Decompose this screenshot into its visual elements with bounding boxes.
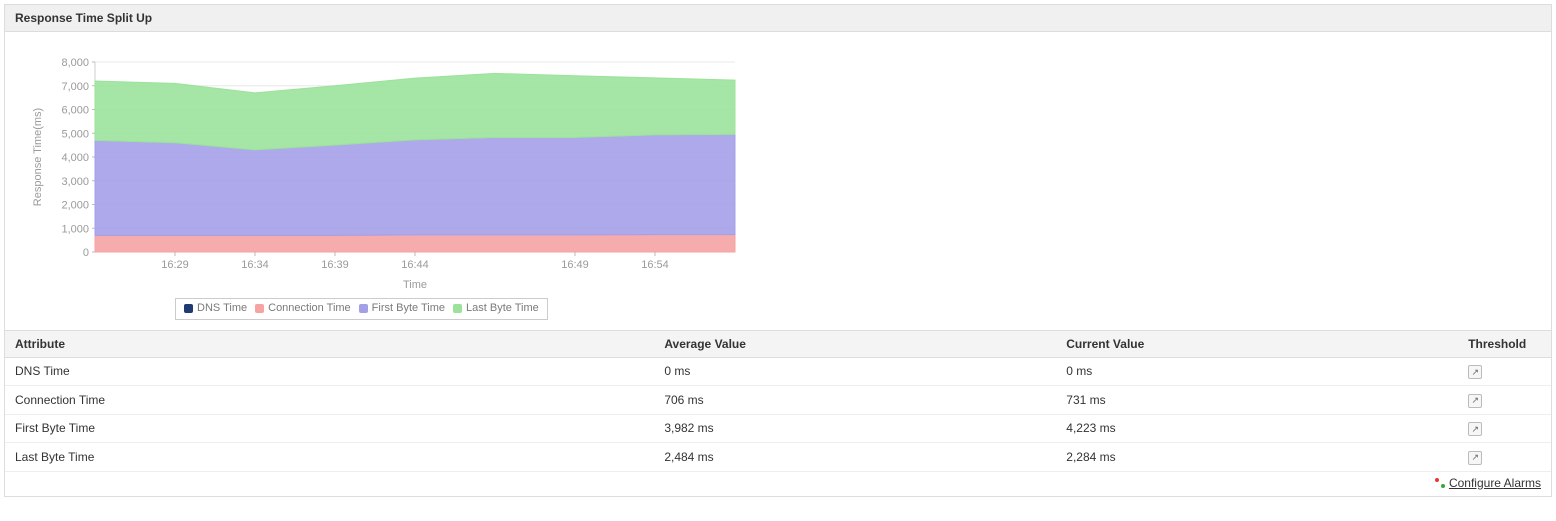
panel-footer: Configure Alarms bbox=[5, 472, 1551, 496]
cell-attribute: First Byte Time bbox=[5, 414, 654, 443]
table-row: Connection Time706 ms731 ms ↗ bbox=[5, 386, 1551, 415]
legend-swatch bbox=[359, 304, 368, 313]
table-row: Last Byte Time2,484 ms2,284 ms ↗ bbox=[5, 443, 1551, 472]
cell-current: 0 ms bbox=[1056, 357, 1458, 386]
cell-attribute: Last Byte Time bbox=[5, 443, 654, 472]
cell-average: 0 ms bbox=[654, 357, 1056, 386]
cell-threshold: ↗ bbox=[1458, 414, 1551, 443]
col-current: Current Value bbox=[1056, 330, 1458, 357]
legend-item[interactable]: Last Byte Time bbox=[453, 302, 539, 314]
legend-label: Last Byte Time bbox=[466, 302, 539, 314]
legend-item[interactable]: First Byte Time bbox=[359, 302, 445, 314]
alarm-icon bbox=[1435, 478, 1445, 488]
area-series bbox=[95, 134, 735, 235]
col-threshold: Threshold bbox=[1458, 330, 1551, 357]
cell-threshold: ↗ bbox=[1458, 357, 1551, 386]
metrics-table: Attribute Average Value Current Value Th… bbox=[5, 330, 1551, 472]
legend-label: DNS Time bbox=[197, 302, 247, 314]
response-time-chart: 0 1,000 2,000 3,000 4,000 5,000 6,000 7,000 8,00… bbox=[25, 52, 745, 292]
table-row: First Byte Time3,982 ms4,223 ms ↗ bbox=[5, 414, 1551, 443]
svg-text:0: 0 bbox=[83, 247, 89, 259]
legend-swatch bbox=[255, 304, 264, 313]
area-series bbox=[95, 235, 735, 252]
legend-item[interactable]: Connection Time bbox=[255, 302, 351, 314]
cell-current: 4,223 ms bbox=[1056, 414, 1458, 443]
col-average: Average Value bbox=[654, 330, 1056, 357]
cell-threshold: ↗ bbox=[1458, 443, 1551, 472]
threshold-edit-icon[interactable]: ↗ bbox=[1468, 422, 1482, 436]
cell-average: 2,484 ms bbox=[654, 443, 1056, 472]
legend-item[interactable]: DNS Time bbox=[184, 302, 247, 314]
table-header-row: Attribute Average Value Current Value Th… bbox=[5, 330, 1551, 357]
svg-text:4,000: 4,000 bbox=[61, 152, 89, 164]
configure-alarms-link[interactable]: Configure Alarms bbox=[1449, 476, 1541, 490]
threshold-edit-icon[interactable]: ↗ bbox=[1468, 365, 1482, 379]
response-time-panel: Response Time Split Up 0 1,000 2,000 3,000 4… bbox=[4, 4, 1552, 497]
cell-attribute: Connection Time bbox=[5, 386, 654, 415]
chart-legend: DNS Time Connection Time First Byte Time La… bbox=[175, 298, 548, 320]
threshold-edit-icon[interactable]: ↗ bbox=[1468, 394, 1482, 408]
cell-attribute: DNS Time bbox=[5, 357, 654, 386]
panel-body: 0 1,000 2,000 3,000 4,000 5,000 6,000 7,000 8,00… bbox=[5, 32, 1551, 496]
cell-threshold: ↗ bbox=[1458, 386, 1551, 415]
svg-text:Response Time(ms): Response Time(ms) bbox=[32, 108, 44, 206]
col-attribute: Attribute bbox=[5, 330, 654, 357]
svg-text:8,000: 8,000 bbox=[61, 57, 89, 69]
svg-text:7,000: 7,000 bbox=[61, 81, 89, 93]
svg-text:3,000: 3,000 bbox=[61, 176, 89, 188]
svg-text:16:29: 16:29 bbox=[161, 259, 189, 271]
panel-title: Response Time Split Up bbox=[5, 5, 1551, 32]
svg-text:6,000: 6,000 bbox=[61, 105, 89, 117]
svg-text:16:44: 16:44 bbox=[401, 259, 429, 271]
cell-average: 706 ms bbox=[654, 386, 1056, 415]
legend-swatch bbox=[184, 304, 193, 313]
cell-current: 731 ms bbox=[1056, 386, 1458, 415]
svg-text:16:49: 16:49 bbox=[561, 259, 589, 271]
cell-current: 2,284 ms bbox=[1056, 443, 1458, 472]
chart-container: 0 1,000 2,000 3,000 4,000 5,000 6,000 7,000 8,00… bbox=[5, 32, 1551, 330]
legend-swatch bbox=[453, 304, 462, 313]
svg-text:5,000: 5,000 bbox=[61, 128, 89, 140]
threshold-edit-icon[interactable]: ↗ bbox=[1468, 451, 1482, 465]
table-row: DNS Time0 ms0 ms↗ bbox=[5, 357, 1551, 386]
svg-text:16:34: 16:34 bbox=[241, 259, 269, 271]
svg-text:16:54: 16:54 bbox=[641, 259, 669, 271]
legend-label: Connection Time bbox=[268, 302, 351, 314]
svg-text:2,000: 2,000 bbox=[61, 200, 89, 212]
svg-text:1,000: 1,000 bbox=[61, 223, 89, 235]
svg-text:Time: Time bbox=[403, 279, 427, 291]
svg-text:16:39: 16:39 bbox=[321, 259, 349, 271]
legend-label: First Byte Time bbox=[372, 302, 445, 314]
cell-average: 3,982 ms bbox=[654, 414, 1056, 443]
